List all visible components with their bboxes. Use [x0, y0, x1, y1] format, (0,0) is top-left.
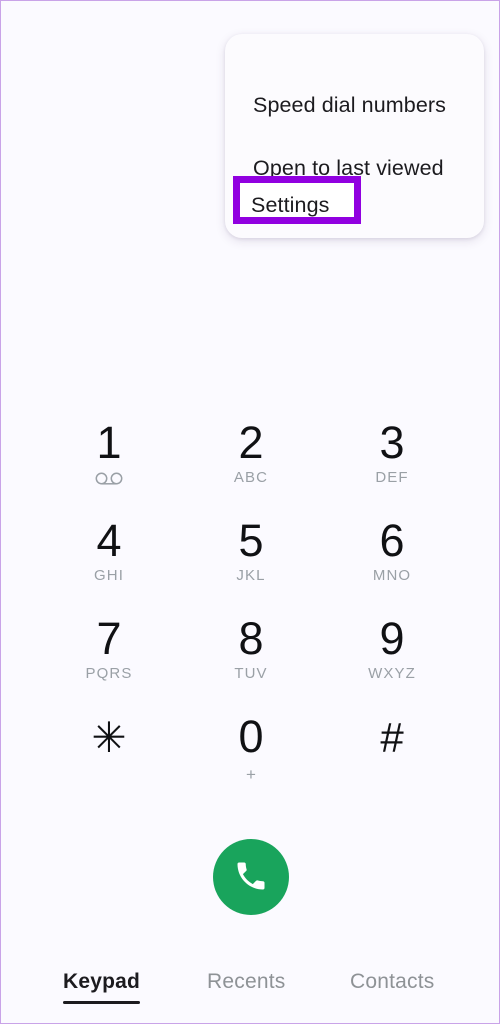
dialpad-key-9[interactable]: 9 WXYZ [337, 611, 447, 699]
dialpad-key-star[interactable]: ✳ [54, 709, 164, 797]
bottom-tab-bar: Keypad Recents Contacts [1, 955, 499, 1023]
dialpad-key-2-letters: ABC [233, 469, 269, 486]
dialpad-key-6[interactable]: 6 MNO [337, 513, 447, 601]
dialpad-key-0-plus: + [246, 765, 256, 784]
dialpad-key-3[interactable]: 3 DEF [337, 415, 447, 503]
dialpad-key-5[interactable]: 5 JKL [196, 513, 306, 601]
dialpad-key-1-digit: 1 [96, 417, 122, 468]
dialpad-key-9-letters: WXYZ [368, 665, 416, 682]
dialpad-key-6-digit: 6 [379, 515, 405, 566]
dialpad-key-star-digit: ✳ [91, 714, 127, 761]
dialpad-key-4[interactable]: 4 GHI [54, 513, 164, 601]
dialpad-key-1[interactable]: 1 [54, 415, 164, 503]
dialpad-key-7-digit: 7 [96, 613, 122, 664]
voicemail-icon [54, 472, 164, 491]
dialpad-key-hash-digit: # [380, 714, 404, 761]
dialpad-key-8-letters: TUV [234, 665, 268, 682]
dialpad-key-5-digit: 5 [238, 515, 264, 566]
dialpad-key-2[interactable]: 2 ABC [196, 415, 306, 503]
dialpad-key-4-letters: GHI [94, 567, 124, 584]
settings-highlight-box: Settings [233, 176, 361, 224]
dialpad: 1 2 ABC 3 DEF 4 GHI 5 JKL 6 MNO 7 PQRS 8… [1, 415, 499, 805]
menu-item-settings[interactable]: Settings [251, 194, 330, 217]
phone-app-screen: Speed dial numbers Open to last viewed S… [0, 0, 500, 1024]
dialpad-key-7-letters: PQRS [85, 665, 133, 682]
dialpad-key-5-letters: JKL [236, 567, 266, 584]
menu-item-speed-dial-numbers[interactable]: Speed dial numbers [253, 94, 446, 117]
dialpad-key-2-digit: 2 [238, 417, 264, 468]
dialpad-key-9-digit: 9 [379, 613, 405, 664]
dialpad-key-0[interactable]: 0 + [196, 709, 306, 797]
tab-recents[interactable]: Recents [207, 970, 285, 994]
dialpad-key-0-digit: 0 [238, 711, 264, 762]
dialpad-key-hash[interactable]: # [337, 709, 447, 797]
tab-contacts[interactable]: Contacts [350, 970, 434, 994]
dialpad-key-6-letters: MNO [372, 567, 412, 584]
dialpad-key-8-digit: 8 [238, 613, 264, 664]
call-button[interactable] [213, 839, 289, 915]
tab-contacts-label: Contacts [350, 970, 435, 993]
dialpad-key-3-digit: 3 [379, 417, 405, 468]
tab-active-indicator [63, 1001, 141, 1004]
dialpad-key-3-letters: DEF [375, 469, 409, 486]
phone-handset-icon [233, 858, 269, 897]
dialpad-key-7[interactable]: 7 PQRS [54, 611, 164, 699]
tab-keypad[interactable]: Keypad [63, 970, 141, 1004]
dialpad-key-4-digit: 4 [96, 515, 122, 566]
dialpad-key-8[interactable]: 8 TUV [196, 611, 306, 699]
tab-keypad-label: Keypad [63, 970, 141, 993]
tab-recents-label: Recents [207, 970, 286, 993]
